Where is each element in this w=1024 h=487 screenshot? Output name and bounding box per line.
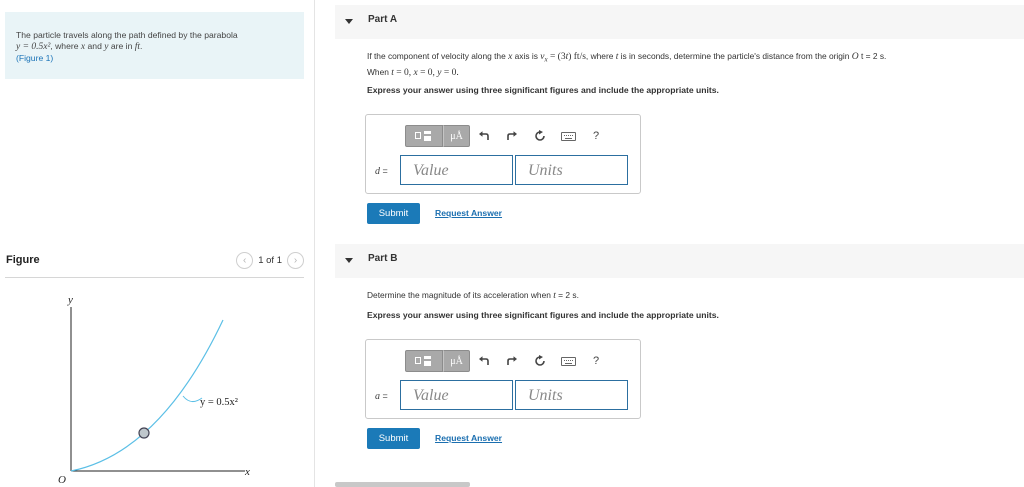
axis-label-x: x	[244, 466, 250, 478]
part-a-question-line-2: When t = 0, x = 0, y = 0.	[367, 66, 459, 78]
part-b-title: Part B	[368, 253, 398, 264]
part-b-units-input[interactable]: Units	[515, 380, 628, 410]
reset-icon[interactable]	[526, 125, 554, 147]
horizontal-scrollbar[interactable]	[335, 482, 470, 487]
template-fraction-icon	[424, 131, 431, 141]
caret-down-icon[interactable]	[345, 258, 353, 263]
templates-button[interactable]	[405, 350, 443, 372]
problem-intro: The particle travels along the path defi…	[16, 30, 238, 40]
particle	[138, 427, 150, 439]
parabola-figure: y x O y = 0.5x²	[58, 294, 250, 485]
help-icon[interactable]: ?	[582, 125, 610, 147]
part-a-units-input[interactable]: Units	[515, 155, 628, 185]
part-b-answer-box: μÅ ? a = Value Units	[365, 339, 641, 419]
figure-link[interactable]: (Figure 1)	[16, 53, 296, 64]
part-b-value-input[interactable]: Value	[400, 380, 513, 410]
part-a-title: Part A	[368, 14, 398, 25]
undo-icon[interactable]	[470, 125, 498, 147]
template-fraction-icon	[424, 356, 431, 366]
problem-and-text: and	[85, 41, 105, 51]
column-divider	[314, 0, 315, 487]
part-a-answer-box: μÅ ? d = Value Units	[365, 114, 641, 194]
part-b-submit-button[interactable]: Submit	[367, 428, 420, 449]
axis-label-y: y	[67, 294, 73, 306]
part-a-submit-button[interactable]: Submit	[367, 203, 420, 224]
figure-header: Figure ‹ 1 of 1 ›	[5, 252, 304, 278]
reset-icon[interactable]	[526, 350, 554, 372]
problem-period: .	[140, 41, 143, 51]
units-button[interactable]: μÅ	[443, 125, 470, 147]
part-a-instructions: Express your answer using three signific…	[367, 85, 719, 95]
templates-button[interactable]	[405, 125, 443, 147]
part-b-var-label: a =	[375, 391, 388, 402]
part-b-toolbar: μÅ ?	[405, 350, 610, 372]
part-a-value-input[interactable]: Value	[400, 155, 513, 185]
part-a-toolbar: μÅ ?	[405, 125, 610, 147]
curve-label: y = 0.5x²	[200, 397, 238, 408]
figure-pager: ‹ 1 of 1 ›	[236, 252, 304, 269]
redo-icon[interactable]	[498, 125, 526, 147]
part-a-var-label: d =	[375, 166, 388, 177]
redo-icon[interactable]	[498, 350, 526, 372]
part-b-request-answer-link[interactable]: Request Answer	[435, 433, 502, 443]
keyboard-icon[interactable]	[554, 350, 582, 372]
template-square-icon	[415, 357, 421, 364]
part-a-question: If the component of velocity along the x…	[367, 50, 886, 79]
part-b-header[interactable]: Part B	[335, 244, 1024, 278]
part-a-request-answer-link[interactable]: Request Answer	[435, 208, 502, 218]
keyboard-icon[interactable]	[554, 125, 582, 147]
template-square-icon	[415, 132, 421, 139]
part-a-question-line-1: If the component of velocity along the x…	[367, 51, 887, 64]
problem-units-text: are in	[108, 41, 135, 51]
problem-statement: The particle travels along the path defi…	[5, 12, 304, 79]
help-icon[interactable]: ?	[582, 350, 610, 372]
undo-icon[interactable]	[470, 350, 498, 372]
chevron-left-icon[interactable]: ‹	[236, 252, 254, 269]
problem-mid-text: , where	[50, 41, 81, 51]
pager-text: 1 of 1	[258, 255, 282, 266]
caret-down-icon[interactable]	[345, 19, 353, 24]
part-b-question: Determine the magnitude of its accelerat…	[367, 290, 579, 301]
parabola-curve	[70, 319, 224, 472]
part-a-header[interactable]: Part A	[335, 5, 1024, 39]
chevron-right-icon[interactable]: ›	[287, 252, 304, 269]
figure-title: Figure	[6, 254, 40, 266]
problem-line-2: y = 0.5x², where x and y are in ft.	[16, 41, 296, 53]
parabola-equation: y = 0.5x²	[16, 42, 51, 52]
units-button[interactable]: μÅ	[443, 350, 470, 372]
origin-label: O	[58, 474, 66, 485]
part-b-instructions: Express your answer using three signific…	[367, 310, 719, 320]
